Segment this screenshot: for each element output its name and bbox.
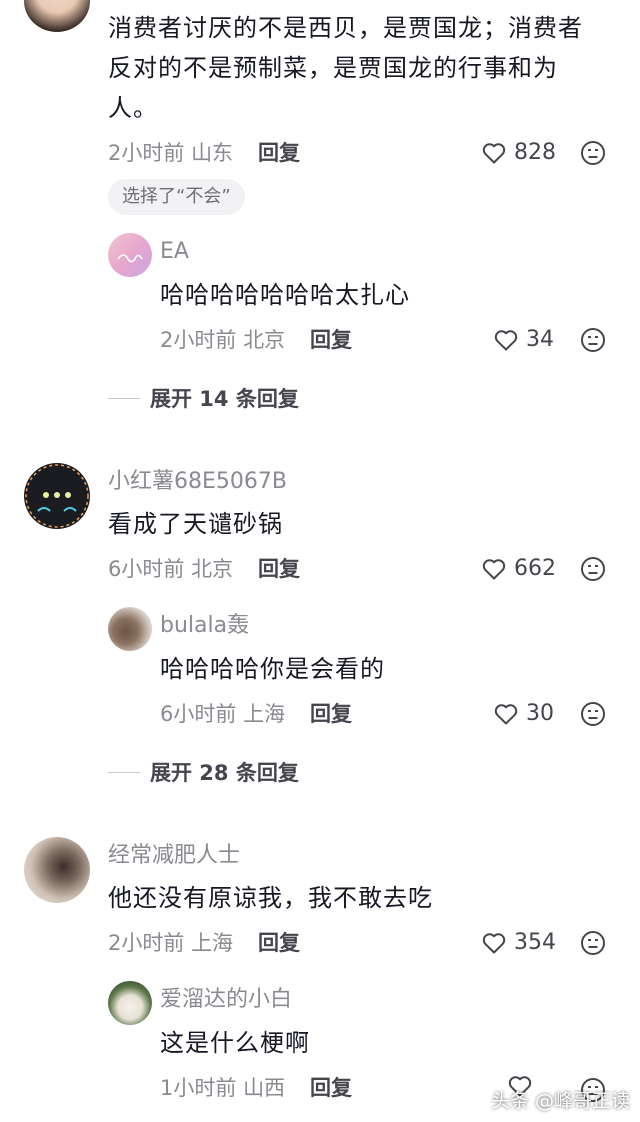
reply-author-name[interactable]: 爱溜达的小白 [160,985,292,1015]
like-count: 354 [514,930,556,955]
reply-text: 哈哈哈哈你是会看的 [160,655,385,683]
like-count: 828 [514,140,556,165]
comment-text: 他还没有原谅我，我不敢去吃 [108,884,433,912]
reply-button[interactable]: 回复 [310,325,352,355]
comment-text: 消费者讨厌的不是西贝，是贾国龙；消费者 反对的不是预制菜，是贾国龙的行事和为 人… [108,14,583,122]
reply-avatar[interactable] [108,607,152,651]
reply-text: 哈哈哈哈哈哈哈太扎心 [160,281,410,309]
vote-tag: 选择了“不会” [108,179,245,215]
reply-button[interactable]: 回复 [258,928,300,958]
watermark: 头条 @峰哥正读 [490,1090,630,1112]
reply-text: 这是什么梗啊 [160,1029,310,1057]
expand-replies-label: 展开 14 条回复 [150,387,299,411]
comment-time-location: 2小时前 山东 [108,141,234,165]
avatar-graphic-icon [25,464,89,528]
divider [108,397,140,399]
heart-outline-icon [494,330,518,351]
reply-button[interactable]: 回复 [258,554,300,584]
like-count: 662 [514,556,556,581]
like-count: 30 [526,701,554,726]
reply-author-name[interactable]: bulala轰 [160,611,249,641]
reply-time-location: 2小时前 北京 [160,328,286,352]
like-count: 34 [526,327,554,352]
like-button[interactable]: 662 [482,554,556,584]
reply-author-name[interactable]: EA [160,237,189,267]
reply-time-location: 6小时前 上海 [160,702,286,726]
avatar-signature-icon [117,254,143,263]
comment-time-location: 6小时前 北京 [108,557,234,581]
reply-button[interactable]: 回复 [310,699,352,729]
like-button[interactable]: 34 [494,325,554,355]
dislike-face-icon[interactable] [580,930,606,956]
reply-avatar[interactable] [108,981,152,1025]
heart-outline-icon [482,143,506,164]
like-button[interactable]: 354 [482,928,556,958]
comment-author-name[interactable]: 经常减肥人士 [108,841,240,871]
expand-replies-button[interactable]: 展开 28 条回复 [108,757,299,787]
expand-replies-label: 展开 28 条回复 [150,761,299,785]
reply-button[interactable]: 回复 [310,1073,352,1103]
comment-text: 看成了天谴砂锅 [108,510,283,538]
heart-outline-icon [482,933,506,954]
reply-avatar[interactable] [108,233,152,277]
comment-author-name[interactable]: 小红薯68E5067B [108,467,287,497]
like-button[interactable]: 828 [482,138,556,168]
comment-time-location: 2小时前 上海 [108,931,234,955]
dislike-face-icon[interactable] [580,701,606,727]
avatar[interactable] [24,837,90,903]
dislike-face-icon[interactable] [580,327,606,353]
avatar[interactable] [24,0,90,32]
reply-time-location: 1小时前 山西 [160,1076,286,1100]
divider [108,771,140,773]
heart-outline-icon [482,559,506,580]
avatar[interactable] [24,463,90,529]
heart-outline-icon [494,704,518,725]
dislike-face-icon[interactable] [580,140,606,166]
expand-replies-button[interactable]: 展开 14 条回复 [108,383,299,413]
like-button[interactable]: 30 [494,699,554,729]
reply-button[interactable]: 回复 [258,138,300,168]
dislike-face-icon[interactable] [580,556,606,582]
